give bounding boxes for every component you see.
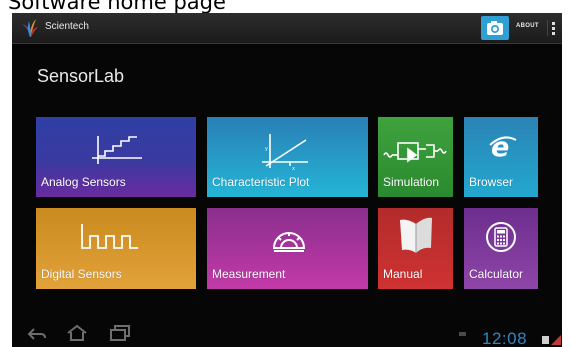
book-icon — [400, 217, 432, 253]
tile-manual[interactable]: Manual — [378, 208, 453, 289]
back-icon[interactable] — [26, 326, 48, 342]
home-icon[interactable] — [66, 324, 88, 342]
svg-text:y: y — [265, 146, 268, 152]
about-button[interactable]: ABOUT — [516, 23, 539, 29]
tile-digital-sensors[interactable]: Digital Sensors — [36, 208, 196, 289]
status-clock: 12:08 — [482, 329, 528, 347]
action-bar: Scientech ABOUT — [12, 13, 562, 44]
tile-calculator[interactable]: Calculator — [464, 208, 538, 289]
scientech-logo-icon — [22, 19, 38, 37]
tile-label: Characteristic Plot — [212, 175, 310, 189]
simulation-icon — [383, 142, 447, 163]
tile-browser[interactable]: e Browser — [464, 117, 538, 197]
camera-icon — [487, 21, 503, 35]
tile-analog-sensors[interactable]: Analog Sensors — [36, 117, 196, 197]
internet-explorer-icon: e — [489, 132, 517, 161]
svg-text:x: x — [292, 166, 295, 172]
tablet-screen: Scientech ABOUT SensorLab Analog Sensors — [12, 13, 562, 347]
tile-label: Calculator — [469, 267, 524, 281]
divider — [547, 20, 548, 36]
tile-label: Manual — [383, 267, 423, 281]
square-wave-icon — [81, 224, 138, 249]
notification-icon — [459, 332, 466, 336]
page-title: SensorLab — [37, 66, 125, 86]
step-graph-icon — [92, 136, 142, 164]
line-graph-icon: y x — [262, 134, 308, 172]
tile-characteristic-plot[interactable]: y x Characteristic Plot — [207, 117, 368, 197]
protractor-icon — [272, 232, 306, 252]
system-nav-bar — [12, 320, 562, 347]
tile-label: Browser — [469, 175, 514, 189]
svg-text:e: e — [491, 132, 509, 161]
figure-caption: Software home page — [8, 0, 226, 14]
calculator-icon — [486, 222, 516, 252]
tile-label: Measurement — [212, 267, 286, 281]
tile-measurement[interactable]: Measurement — [207, 208, 368, 289]
battery-signal-icon — [542, 335, 561, 345]
overflow-menu-icon[interactable] — [552, 22, 555, 35]
camera-button[interactable] — [481, 16, 509, 40]
tile-label: Digital Sensors — [41, 267, 122, 281]
tile-simulation[interactable]: Simulation — [378, 117, 453, 197]
tile-label: Analog Sensors — [41, 175, 126, 189]
recent-apps-icon[interactable] — [109, 324, 131, 342]
app-name: Scientech — [45, 21, 89, 32]
tile-label: Simulation — [383, 175, 440, 189]
